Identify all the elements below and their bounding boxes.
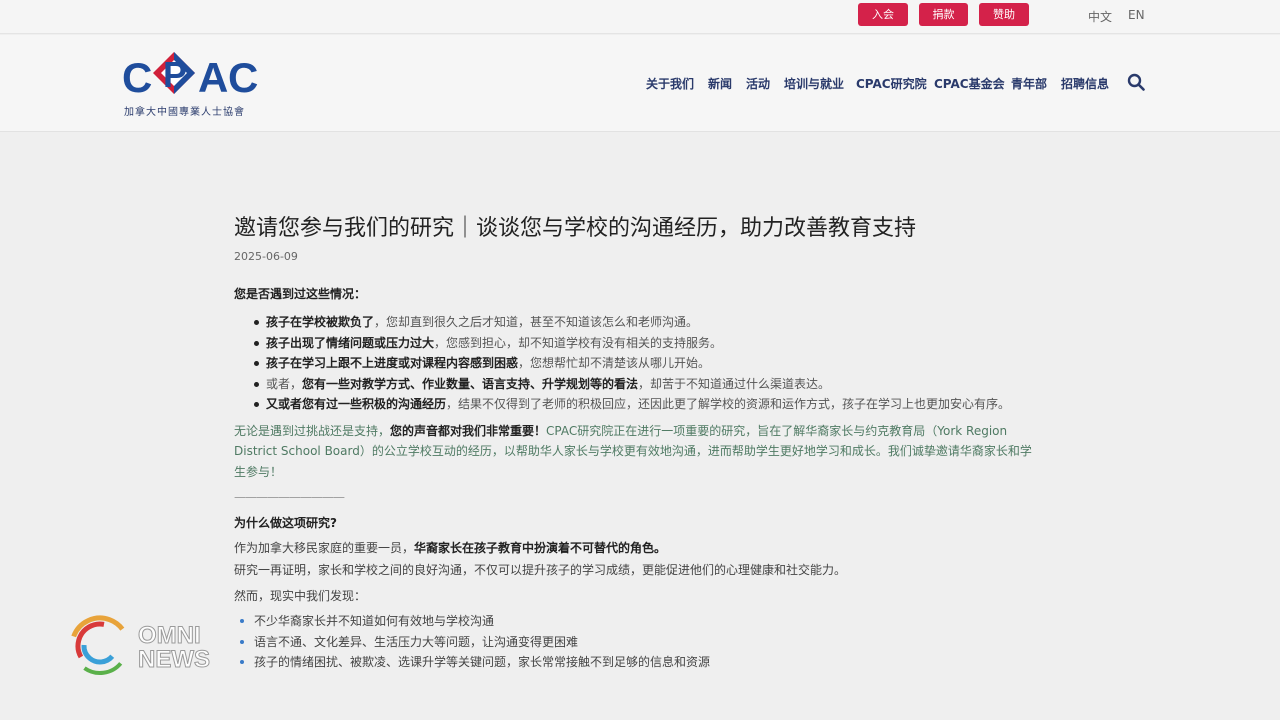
- cpac-logo[interactable]: C P A C 加拿大中國專業人士協會: [122, 49, 262, 121]
- svg-text:C: C: [122, 54, 152, 101]
- research-paragraph: 研究一再证明，家长和学校之间的良好沟通，不仅可以提升孩子的学习成绩，更能促进他们…: [234, 563, 847, 577]
- svg-text:A: A: [198, 54, 228, 101]
- intro-paragraph: 无论是遇到过挑战还是支持，您的声音都对我们非常重要！CPAC研究院正在进行一项重…: [234, 423, 1032, 479]
- list-item: 又或者您有过一些积极的沟通经历，结果不仅得到了老师的积极回应，还因此更了解学校的…: [254, 394, 1034, 415]
- nav-youth[interactable]: 青年部: [1011, 75, 1047, 92]
- list-item: 或者，您有一些对教学方式、作业数量、语言支持、升学规划等的看法，却苦于不知道通过…: [254, 374, 1034, 395]
- nav-news[interactable]: 新闻: [708, 75, 732, 92]
- nav-research-institute[interactable]: CPAC研究院: [856, 75, 927, 92]
- site-header: C P A C 加拿大中國專業人士協會 关于我们 新闻 活动 培训与就业 CPA…: [0, 35, 1280, 132]
- nav-events[interactable]: 活动: [746, 75, 770, 92]
- article-title: 邀请您参与我们的研究｜谈谈您与学校的沟通经历，助力改善教育支持: [234, 216, 917, 241]
- list-item: 孩子在学校被欺负了，您却直到很久之后才知道，甚至不知道该怎么和老师沟通。: [254, 312, 1034, 333]
- list-item: 孩子的情绪困扰、被欺凌、选课升学等关键问题，家长常常接触不到足够的信息和资源: [240, 652, 1034, 673]
- list-item: 不少华裔家长并不知道如何有效地与学校沟通: [240, 611, 1034, 632]
- omni-logo-icon: [69, 615, 131, 677]
- news-text: NEWS: [138, 646, 211, 673]
- logo-subtitle: 加拿大中國專業人士協會: [124, 107, 245, 118]
- why-heading: 为什么做这项研究?: [234, 516, 337, 530]
- nav-careers[interactable]: 招聘信息: [1061, 75, 1109, 92]
- sponsor-button[interactable]: 赞助: [979, 3, 1029, 26]
- divider: ——————————: [234, 490, 345, 504]
- why-paragraph: 作为加拿大移民家庭的重要一员，华裔家长在孩子教育中扮演着不可替代的角色。: [234, 541, 667, 555]
- article-date: 2025-06-09: [234, 250, 298, 263]
- article: 邀请您参与我们的研究｜谈谈您与学校的沟通经历，助力改善教育支持 2025-06-…: [234, 213, 1034, 673]
- omni-text: OMNI: [138, 622, 202, 649]
- omni-news-watermark: OMNI NEWS: [68, 615, 218, 677]
- lang-english-link[interactable]: EN: [1128, 8, 1145, 22]
- list-item: 孩子在学习上跟不上进度或对课程内容感到困惑，您想帮忙却不清楚该从哪儿开始。: [254, 353, 1034, 374]
- list-item: 语言不通、文化差异、生活压力大等问题，让沟通变得更困难: [240, 632, 1034, 653]
- findings-intro: 然而，现实中我们发现：: [234, 589, 367, 603]
- findings-list: 不少华裔家长并不知道如何有效地与学校沟通 语言不通、文化差异、生活压力大等问题，…: [234, 611, 1034, 673]
- nav-training[interactable]: 培训与就业: [784, 75, 844, 92]
- svg-text:C: C: [228, 54, 258, 101]
- cpac-logo-mark: C P A C: [122, 52, 258, 101]
- nav-foundation[interactable]: CPAC基金会: [934, 75, 1005, 92]
- search-icon[interactable]: [1127, 73, 1145, 91]
- situation-list: 孩子在学校被欺负了，您却直到很久之后才知道，甚至不知道该怎么和老师沟通。 孩子出…: [234, 312, 1034, 415]
- top-utility-bar: 入会 捐款 赞助 中文 EN: [0, 0, 1280, 34]
- lang-chinese-link[interactable]: 中文: [1088, 8, 1112, 25]
- question-heading: 您是否遇到过这些情况：: [234, 287, 367, 301]
- join-button[interactable]: 入会: [858, 3, 908, 26]
- svg-text:P: P: [163, 54, 187, 95]
- donate-button[interactable]: 捐款: [919, 3, 968, 26]
- list-item: 孩子出现了情绪问题或压力过大，您感到担心，却不知道学校有没有相关的支持服务。: [254, 333, 1034, 354]
- nav-about[interactable]: 关于我们: [646, 75, 694, 92]
